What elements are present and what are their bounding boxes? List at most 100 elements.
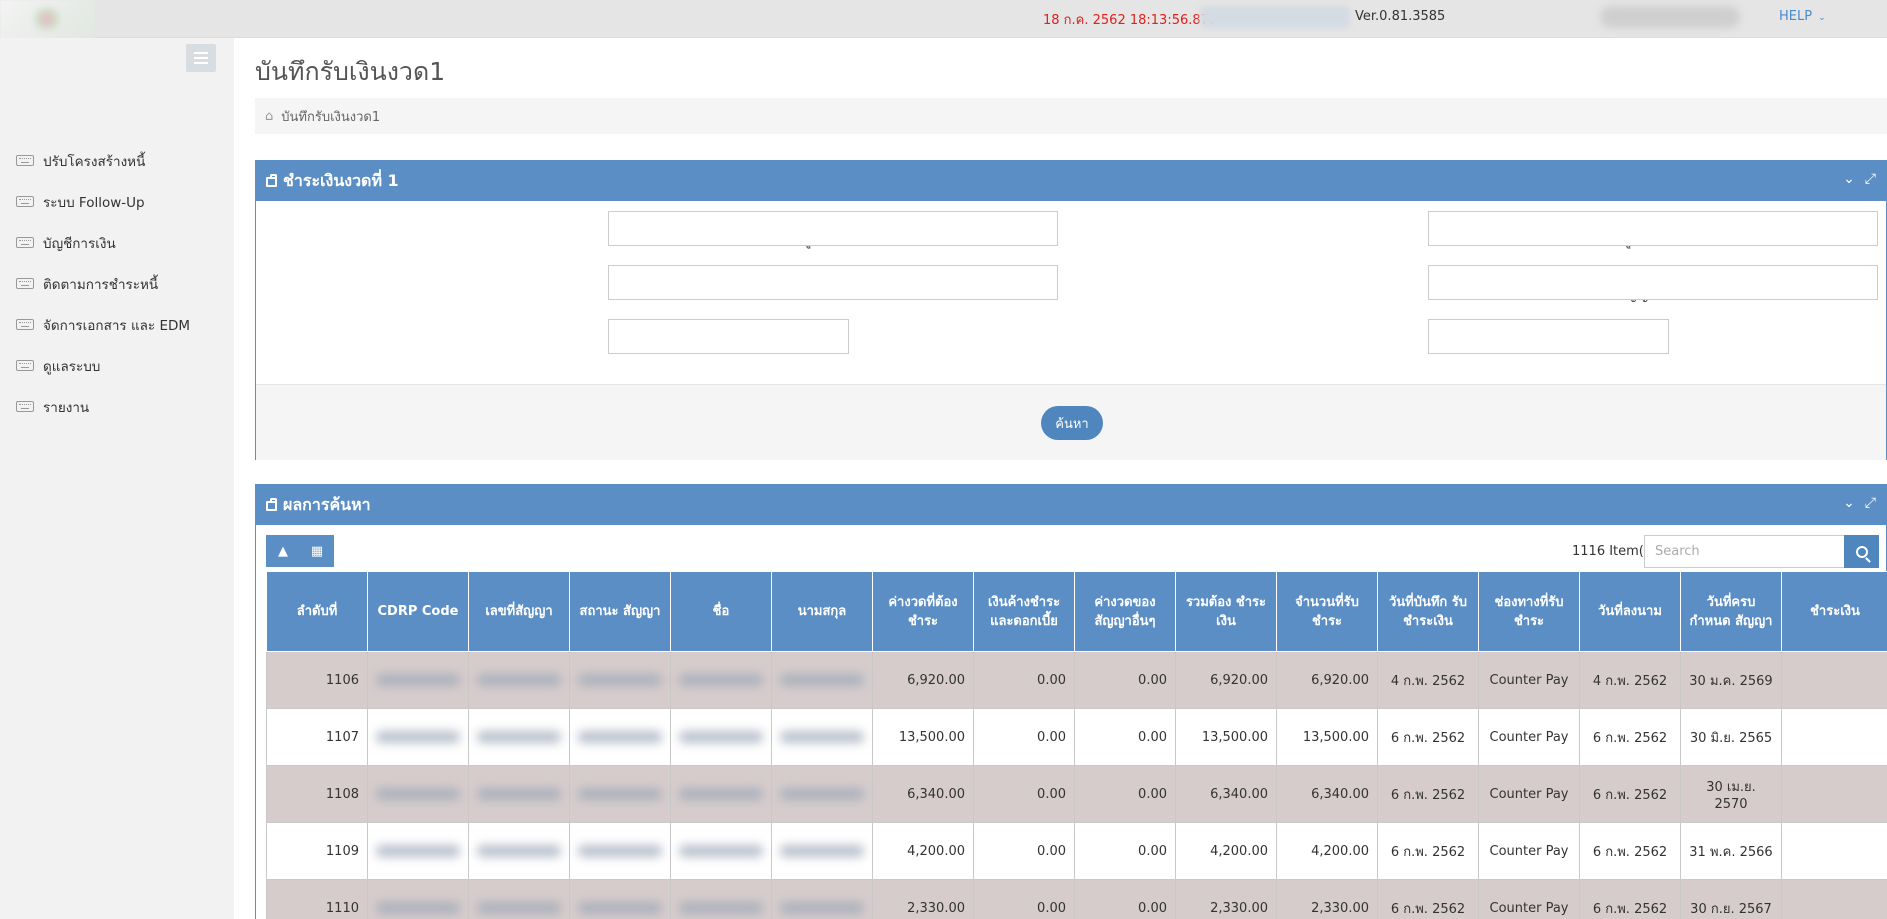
customer-code-input[interactable] xyxy=(608,211,1058,246)
sidebar-nav: ปรับโครงสร้างหนี้ ระบบ Follow-Up บัญชีกา… xyxy=(0,140,234,427)
column-header[interactable]: ค่างวดที่ต้อง ชำระ xyxy=(872,571,974,652)
amount-received: 6,340.00 xyxy=(1276,765,1378,823)
user-name-redacted[interactable] xyxy=(1600,6,1740,28)
row-number: 1110 xyxy=(266,879,368,919)
redacted-cell xyxy=(670,765,772,823)
citizen-id-input[interactable] xyxy=(608,265,1058,300)
sign-date: 6 ก.พ. 2562 xyxy=(1579,708,1681,766)
expand-icon[interactable]: ⤢ xyxy=(1865,171,1876,187)
record-date: 6 ก.พ. 2562 xyxy=(1377,822,1479,880)
amount-received: 2,330.00 xyxy=(1276,879,1378,919)
sidebar-item-label: ติดตามการชำระหนี้ xyxy=(43,276,159,293)
chevron-down-icon[interactable]: ⌄ xyxy=(1843,495,1855,511)
breadcrumb: ⌂ บันทึกรับเงินงวด1 xyxy=(255,98,1887,134)
payment-date-input[interactable] xyxy=(608,319,849,354)
column-header[interactable]: ลำดับที่ xyxy=(266,571,368,652)
sidebar-item-label: รายงาน xyxy=(43,399,90,416)
sidebar-item-payment-tracking[interactable]: ติดตามการชำระหนี้ xyxy=(0,263,234,304)
column-header[interactable]: CDRP Code xyxy=(367,571,469,652)
to-date-input[interactable] xyxy=(1428,319,1669,354)
redacted-cell xyxy=(367,879,469,919)
column-header[interactable]: จำนวนที่รับ ชำระ xyxy=(1276,571,1378,652)
excel-icon[interactable]: ▦ xyxy=(300,535,334,567)
payment-action-cell[interactable] xyxy=(1781,879,1887,919)
table-row[interactable]: 1107 13,500.00 0.00 0.00 13,500.00 13,50… xyxy=(266,708,1887,766)
sidebar-item-restructure[interactable]: ปรับโครงสร้างหนี้ xyxy=(0,140,234,181)
payment-channel: Counter Pay xyxy=(1478,822,1580,880)
sidebar-item-administration[interactable]: ดูแลระบบ xyxy=(0,345,234,386)
search-icon[interactable] xyxy=(1844,535,1879,568)
redacted-cell xyxy=(569,879,671,919)
home-icon[interactable]: ⌂ xyxy=(265,109,273,124)
contract-no-input[interactable] xyxy=(1428,265,1878,300)
hamburger-icon[interactable] xyxy=(186,44,216,72)
column-header[interactable]: เงินค้างชำระ และดอกเบี้ย xyxy=(973,571,1075,652)
column-header[interactable]: ช่องทางที่รับ ชำระ xyxy=(1478,571,1580,652)
result-toolbar: ▲ ▦ 1116 Item(s) xyxy=(256,525,1886,571)
record-date: 6 ก.พ. 2562 xyxy=(1377,879,1479,919)
table-row[interactable]: 1108 6,340.00 0.00 0.00 6,340.00 6,340.0… xyxy=(266,765,1887,823)
amount-due: 13,500.00 xyxy=(872,708,974,766)
sidebar-item-label: จัดการเอกสาร และ EDM xyxy=(43,317,191,334)
table-row[interactable]: 1109 4,200.00 0.00 0.00 4,200.00 4,200.0… xyxy=(266,822,1887,880)
pin-icon[interactable]: ▲ xyxy=(266,535,300,567)
amount-due: 2,330.00 xyxy=(872,879,974,919)
other-installments: 0.00 xyxy=(1074,765,1176,823)
column-header[interactable]: วันที่บันทึก รับชำระเงิน xyxy=(1377,571,1479,652)
column-header[interactable]: นามสกุล xyxy=(771,571,873,652)
keyboard-icon xyxy=(16,155,34,166)
total-payable: 4,200.00 xyxy=(1175,822,1277,880)
payment-channel: Counter Pay xyxy=(1478,879,1580,919)
table-row[interactable]: 1110 2,330.00 0.00 0.00 2,330.00 2,330.0… xyxy=(266,879,1887,919)
chevron-down-icon[interactable]: ⌄ xyxy=(1843,171,1855,187)
sidebar-item-documents-edm[interactable]: จัดการเอกสาร และ EDM xyxy=(0,304,234,345)
result-panel-title: ผลการค้นหา xyxy=(283,494,371,514)
sidebar-item-reports[interactable]: รายงาน xyxy=(0,386,234,427)
redacted-cell xyxy=(569,651,671,709)
sidebar-item-follow-up[interactable]: ระบบ Follow-Up xyxy=(0,181,234,222)
search-form: รหัสลูกค้า ชื่อลูกค้า รหัสบัตรประชาชน เล… xyxy=(256,201,1886,384)
sign-date: 6 ก.พ. 2562 xyxy=(1579,879,1681,919)
sidebar-item-accounting[interactable]: บัญชีการเงิน xyxy=(0,222,234,263)
column-header[interactable]: ค่างวดของ สัญญาอื่นๆ xyxy=(1074,571,1176,652)
keyboard-icon xyxy=(16,360,34,371)
payment-action-cell[interactable] xyxy=(1781,822,1887,880)
column-header[interactable]: วันที่ลงนาม xyxy=(1579,571,1681,652)
table-header-row: ลำดับที่ CDRP Code เลขที่สัญญา สถานะ สัญ… xyxy=(266,571,1887,652)
redacted-cell xyxy=(771,822,873,880)
table-row[interactable]: 1106 6,920.00 0.00 0.00 6,920.00 6,920.0… xyxy=(266,651,1887,709)
breadcrumb-item[interactable]: บันทึกรับเงินงวด1 xyxy=(281,106,380,127)
contract-end-date: 30 ม.ค. 2569 xyxy=(1680,651,1782,709)
amount-due: 6,920.00 xyxy=(872,651,974,709)
customer-name-input[interactable] xyxy=(1428,211,1878,246)
contract-end-date: 31 พ.ค. 2566 xyxy=(1680,822,1782,880)
gift-icon xyxy=(266,174,277,187)
column-header[interactable]: สถานะ สัญญา xyxy=(569,571,671,652)
expand-icon[interactable]: ⤢ xyxy=(1865,495,1876,511)
contract-end-date: 30 ก.ย. 2567 xyxy=(1680,879,1782,919)
column-header[interactable]: ชำระเงิน xyxy=(1781,571,1887,652)
total-payable: 6,920.00 xyxy=(1175,651,1277,709)
column-header[interactable]: เลขที่สัญญา xyxy=(468,571,570,652)
amount-due: 6,340.00 xyxy=(872,765,974,823)
payment-action-cell[interactable] xyxy=(1781,708,1887,766)
search-form-footer: ค้นหา xyxy=(256,384,1886,460)
column-header[interactable]: รวมต้อง ชำระเงิน xyxy=(1175,571,1277,652)
search-button[interactable]: ค้นหา xyxy=(1041,406,1103,440)
amount-received: 13,500.00 xyxy=(1276,708,1378,766)
redacted-cell xyxy=(670,708,772,766)
payment-action-cell[interactable] xyxy=(1781,765,1887,823)
column-header[interactable]: ชื่อ xyxy=(670,571,772,652)
redacted-cell xyxy=(771,765,873,823)
search-panel-header: ชำระเงินงวดที่ 1 ⌄ ⤢ xyxy=(256,161,1886,201)
help-menu[interactable]: HELP ⌄ xyxy=(1779,9,1826,24)
column-header[interactable]: วันที่ครบ กำหนด สัญญา xyxy=(1680,571,1782,652)
sidebar-item-label: ระบบ Follow-Up xyxy=(43,194,145,211)
amount-received: 4,200.00 xyxy=(1276,822,1378,880)
sign-date: 4 ก.พ. 2562 xyxy=(1579,651,1681,709)
record-date: 6 ก.พ. 2562 xyxy=(1377,765,1479,823)
payment-action-cell[interactable] xyxy=(1781,651,1887,709)
chevron-down-icon: ⌄ xyxy=(1818,13,1826,23)
redacted-cell xyxy=(670,879,772,919)
result-search-input[interactable] xyxy=(1644,535,1846,568)
